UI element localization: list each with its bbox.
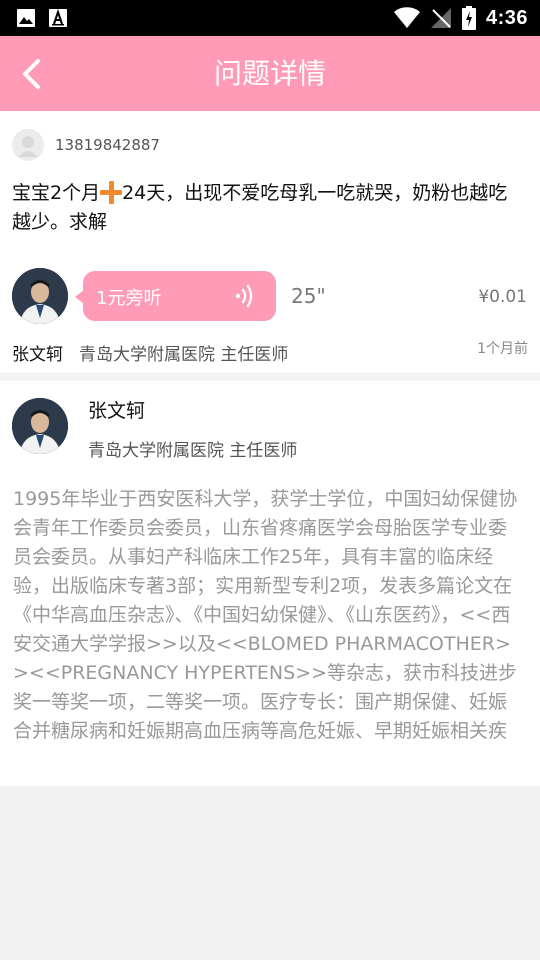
listen-button[interactable]: 1元旁听: [75, 271, 276, 321]
answer-time: 1个月前: [477, 341, 528, 357]
page-title: 问题详情: [213, 57, 326, 90]
back-button[interactable]: [20, 54, 68, 94]
doctor-profile-card: 张文轲 青岛大学附属医院 主任医师 1995年毕业于西安医科大学，获学士学位，中…: [0, 381, 540, 786]
doctor-bio: 1995年毕业于西安医科大学，获学士学位，中国妇幼保健协会青年工作委员会委员，山…: [13, 488, 518, 742]
answer-doctor-name: 张文轲: [12, 345, 63, 365]
user-phone: 13819842887: [55, 136, 160, 154]
a-icon: [49, 8, 67, 27]
audio-wave-icon: [235, 284, 253, 308]
user-avatar[interactable]: [12, 129, 44, 161]
doctor-hospital-title: 青岛大学附属医院 主任医师: [88, 441, 298, 461]
doctor-name: 张文轲: [88, 400, 146, 422]
answer-price: ¥0.01: [478, 287, 527, 307]
doctor-photo: [12, 398, 68, 454]
battery-icon: [461, 6, 476, 30]
doctor-profile-avatar[interactable]: [12, 398, 68, 454]
signal-icon: [430, 8, 451, 28]
default-avatar-icon: [12, 129, 44, 161]
doctor-photo: [12, 268, 68, 324]
answer-doctor-hospital: 青岛大学附属医院 主任医师: [79, 345, 289, 365]
doctor-avatar[interactable]: [12, 268, 68, 324]
notification-icons: [16, 8, 68, 28]
chevron-left-icon: [23, 59, 40, 89]
status-bar: 4:36: [0, 0, 540, 36]
plus-icon: [100, 181, 123, 204]
wifi-icon: [393, 7, 420, 29]
question-text: 宝宝2个月 24天，出现不爱吃母乳一吃就哭，奶粉也越吃越少。求解: [12, 179, 522, 237]
question-text-part1: 宝宝2个月: [12, 182, 101, 204]
question-card: 13819842887 宝宝2个月 24天，出现不爱吃母乳一吃就哭，奶粉也越吃越少…: [0, 111, 540, 373]
app-bar: 问题详情: [0, 36, 540, 111]
listen-label: 1元旁听: [96, 288, 162, 309]
audio-duration: 25": [291, 284, 326, 308]
image-icon: [17, 9, 35, 27]
clock: 4:36: [485, 6, 528, 29]
